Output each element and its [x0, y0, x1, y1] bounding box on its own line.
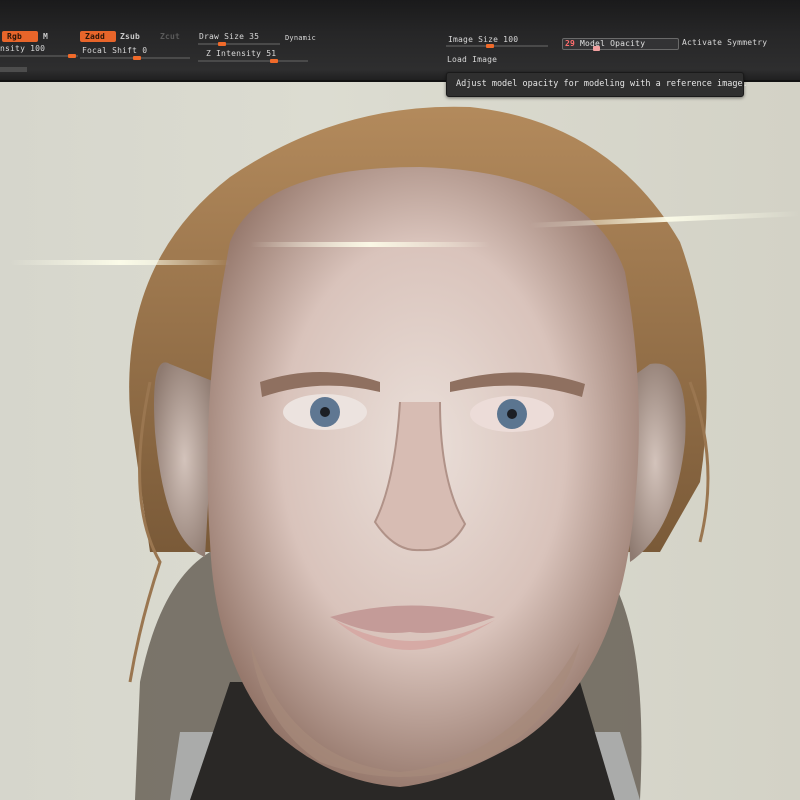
image-size-slider[interactable] [446, 44, 548, 48]
zsub-button[interactable]: Zsub [115, 31, 145, 42]
right-pupil [507, 409, 517, 419]
reference-image-face-model [128, 106, 710, 800]
draw-size-slider[interactable] [198, 42, 280, 46]
rgb-intensity-slider[interactable] [0, 54, 78, 58]
draw-size-label: Draw Size 35 [199, 32, 260, 41]
focal-shift-label: Focal Shift 0 [82, 46, 148, 55]
left-pupil [320, 407, 330, 417]
activate-symmetry-button[interactable]: Activate Symmetry [682, 38, 767, 48]
focal-shift-knob[interactable] [133, 56, 141, 60]
model-opacity-label: Model Opacity [580, 39, 646, 48]
load-image-button[interactable]: Load Image [447, 55, 497, 65]
screen-glare-center [250, 242, 490, 247]
top-shelf: Rgb M nsity 100 Zadd Zsub Zcut Focal Shi… [0, 0, 800, 82]
document-canvas[interactable] [0, 82, 800, 800]
z-intensity-knob[interactable] [270, 59, 278, 63]
model-opacity-value: 29 [565, 39, 576, 48]
m-button[interactable]: M [38, 31, 53, 42]
rgb-button[interactable]: Rgb [2, 31, 38, 42]
screen-glare-left [10, 260, 230, 265]
rgb-intensity-label: nsity 100 [0, 44, 46, 53]
model-opacity-slider[interactable]: 29 Model Opacity [562, 38, 679, 51]
model-opacity-tooltip: Adjust model opacity for modeling with a… [446, 72, 748, 97]
zcut-button[interactable]: Zcut [155, 31, 185, 42]
focal-shift-slider[interactable] [80, 56, 190, 60]
z-intensity-slider[interactable] [198, 59, 308, 63]
image-size-knob[interactable] [486, 44, 494, 48]
z-intensity-label: Z Intensity 51 [206, 49, 277, 58]
rgb-intensity-knob[interactable] [68, 54, 76, 58]
image-size-label: Image Size 100 [448, 35, 519, 44]
scroll-handle[interactable] [0, 67, 27, 72]
zadd-button[interactable]: Zadd [80, 31, 116, 42]
mouse-cursor-icon [593, 46, 600, 51]
draw-size-knob[interactable] [218, 42, 226, 46]
dynamic-toggle[interactable]: Dynamic [285, 33, 316, 43]
